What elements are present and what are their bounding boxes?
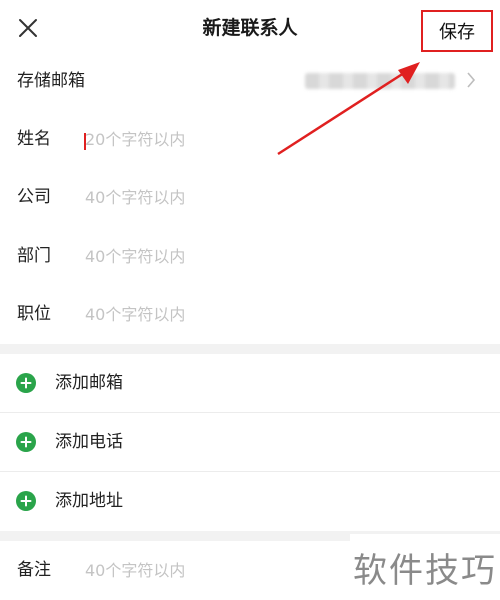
field-label-company: 公司 xyxy=(17,187,51,207)
add-email-row[interactable]: 添加邮箱 xyxy=(0,354,500,412)
add-phone-label: 添加电话 xyxy=(55,432,123,452)
field-row-department: 部门 xyxy=(0,227,500,285)
department-input[interactable] xyxy=(85,241,465,271)
add-email-label: 添加邮箱 xyxy=(55,373,123,393)
field-row-company: 公司 xyxy=(0,168,500,226)
field-row-name: 姓名 xyxy=(0,110,500,168)
company-input[interactable] xyxy=(85,182,465,212)
close-button[interactable] xyxy=(12,12,44,44)
field-label-department: 部门 xyxy=(17,246,51,266)
save-button[interactable]: 保存 xyxy=(421,10,493,52)
storage-mailbox-value-blurred xyxy=(305,73,455,89)
field-row-position: 职位 xyxy=(0,285,500,343)
field-label-note: 备注 xyxy=(17,560,51,580)
chevron-right-icon xyxy=(465,70,477,90)
close-icon xyxy=(18,18,38,38)
add-address-label: 添加地址 xyxy=(55,491,123,511)
plus-circle-icon xyxy=(16,432,36,452)
add-phone-row[interactable]: 添加电话 xyxy=(0,413,500,471)
name-input[interactable] xyxy=(85,124,465,154)
section-divider xyxy=(0,344,500,354)
field-label-position: 职位 xyxy=(17,304,51,324)
add-address-row[interactable]: 添加地址 xyxy=(0,472,500,530)
plus-circle-icon xyxy=(16,491,36,511)
storage-mailbox-label: 存储邮箱 xyxy=(17,71,85,91)
text-caret xyxy=(84,133,86,150)
field-label-name: 姓名 xyxy=(17,129,51,149)
position-input[interactable] xyxy=(85,299,465,329)
plus-circle-icon xyxy=(16,373,36,393)
watermark: 软件技巧 xyxy=(350,534,500,600)
header-bar: 新建联系人 保存 xyxy=(0,0,500,56)
